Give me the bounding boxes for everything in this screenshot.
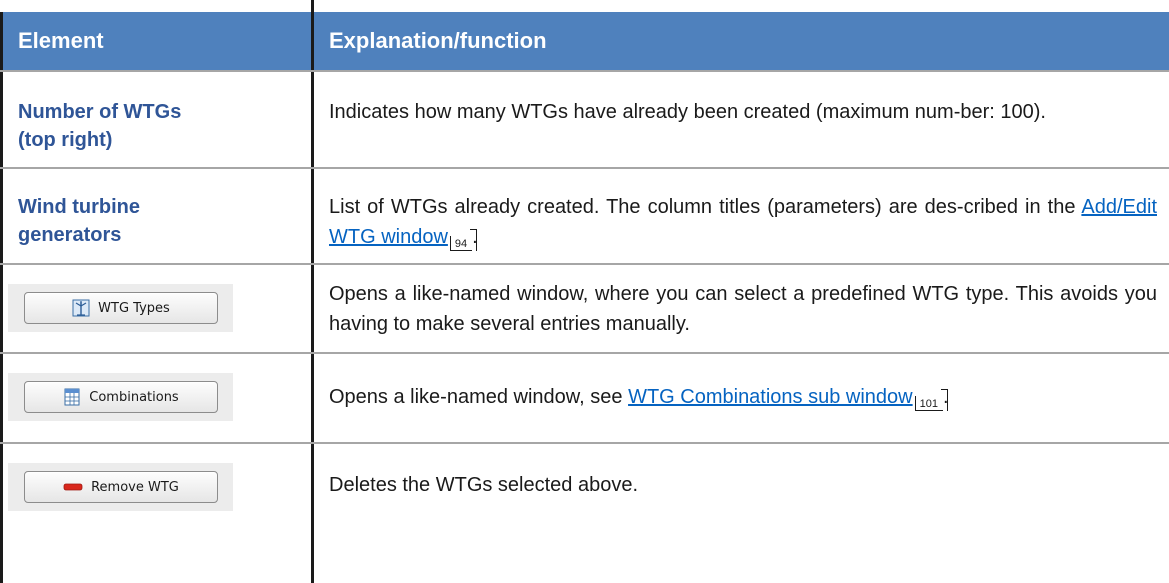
remove-minus-icon bbox=[63, 483, 83, 491]
explanation-text: Deletes the WTGs selected above. bbox=[329, 474, 639, 496]
wtg-types-button[interactable]: WTG Types bbox=[24, 292, 218, 324]
table-left-border bbox=[0, 12, 3, 583]
combinations-label: Combinations bbox=[89, 389, 179, 405]
element-number-of-wtgs: Number of WTGs (top right) bbox=[18, 101, 182, 151]
button-illustration: Combinations bbox=[8, 373, 233, 421]
row-divider bbox=[0, 442, 1169, 444]
row-divider bbox=[0, 263, 1169, 265]
row-divider bbox=[0, 70, 1169, 72]
wtg-combinations-sub-window-link[interactable]: WTG Combinations sub window bbox=[628, 386, 913, 408]
remove-wtg-button[interactable]: Remove WTG bbox=[24, 471, 218, 503]
header-explanation: Explanation/function bbox=[329, 28, 547, 53]
explanation-text: Opens a like-named window, see WTG Combi… bbox=[329, 386, 949, 411]
page-reference[interactable]: 101 bbox=[914, 389, 949, 411]
wtg-types-icon bbox=[72, 299, 90, 317]
remove-wtg-label: Remove WTG bbox=[91, 479, 179, 495]
element-explanation-table: Element Explanation/function Number of W… bbox=[0, 0, 1169, 583]
explanation-text: List of WTGs already created. The column… bbox=[329, 196, 1157, 251]
wtg-types-label: WTG Types bbox=[98, 300, 170, 316]
page-reference[interactable]: 94 bbox=[449, 229, 478, 251]
table-header-row: Element Explanation/function bbox=[0, 12, 1169, 70]
row-divider bbox=[0, 352, 1169, 354]
explanation-text: Indicates how many WTGs have already bee… bbox=[329, 101, 1046, 123]
combinations-button[interactable]: Combinations bbox=[24, 381, 218, 413]
button-illustration: WTG Types bbox=[8, 284, 233, 332]
column-divider bbox=[311, 0, 314, 583]
header-element: Element bbox=[18, 28, 104, 53]
button-illustration: Remove WTG bbox=[8, 463, 233, 511]
combinations-grid-icon bbox=[64, 388, 80, 406]
row-divider bbox=[0, 167, 1169, 169]
element-wind-turbine-generators: Wind turbine generators bbox=[18, 196, 141, 246]
explanation-text: Opens a like-named window, where you can… bbox=[329, 283, 1157, 335]
